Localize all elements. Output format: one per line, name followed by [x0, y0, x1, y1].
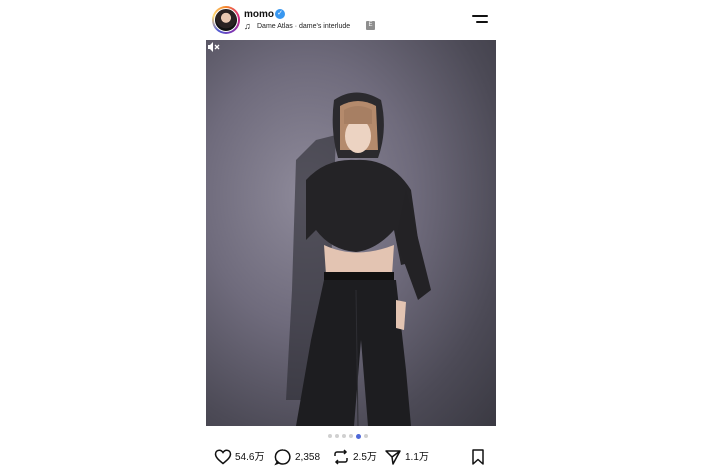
- repost-count: 2.5万: [353, 452, 377, 463]
- carousel-dot[interactable]: [349, 434, 353, 438]
- username[interactable]: momo: [244, 9, 274, 20]
- avatar[interactable]: [214, 8, 238, 32]
- action-bar: 54.6万 2,358 2.5万 1.1万: [206, 444, 496, 468]
- mute-icon[interactable]: [206, 40, 220, 54]
- music-title[interactable]: Dame Atlas · dame's interlude: [257, 22, 350, 31]
- post-card: momo ✓ ♫ Dame Atlas · dame's interlude E: [206, 0, 496, 468]
- bookmark-icon[interactable]: [470, 448, 486, 466]
- repost-icon: [334, 449, 348, 465]
- explicit-badge: E: [366, 21, 375, 30]
- carousel-dot[interactable]: [342, 434, 346, 438]
- comment-count: 2,358: [295, 452, 321, 463]
- carousel-dot-active[interactable]: [356, 433, 361, 439]
- like-count: 54.6万: [235, 452, 265, 463]
- carousel-dot[interactable]: [335, 434, 339, 438]
- post-photo[interactable]: [206, 40, 496, 426]
- carousel-dot[interactable]: [328, 434, 332, 438]
- post-header: momo ✓ ♫ Dame Atlas · dame's interlude E: [206, 0, 496, 40]
- menu-icon[interactable]: [472, 13, 488, 25]
- comment-icon: [274, 449, 291, 466]
- share-icon: [385, 450, 401, 465]
- share-count: 1.1万: [405, 452, 429, 463]
- story-ring[interactable]: [212, 6, 240, 34]
- music-note-icon: ♫: [244, 21, 251, 31]
- photo-illustration: [286, 92, 431, 426]
- heart-icon: [214, 449, 232, 465]
- carousel-dot[interactable]: [364, 434, 368, 438]
- verified-icon: ✓: [275, 9, 285, 19]
